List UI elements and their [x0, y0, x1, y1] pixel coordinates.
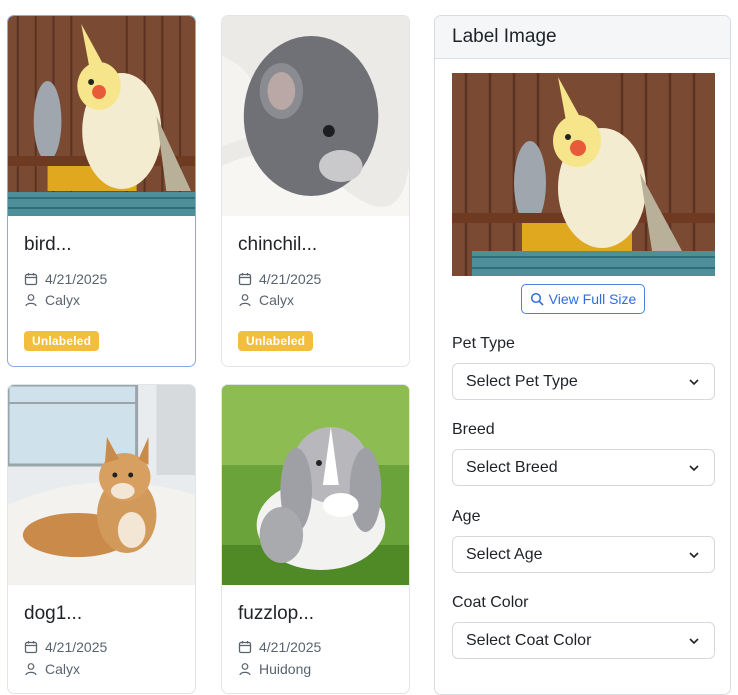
card-title: bird... [24, 234, 72, 255]
user-icon [25, 663, 37, 676]
image-card-dog[interactable]: dog1... 4/21/2025 Calyx [7, 384, 196, 694]
pet-type-value: Select Pet Type [466, 372, 578, 390]
breed-label: Breed [452, 421, 495, 438]
breed-select[interactable]: Select Breed [452, 449, 715, 486]
card-user: Calyx [238, 292, 294, 308]
image-card-rabbit[interactable]: fuzzlop... 4/21/2025 Huidong [221, 384, 410, 694]
chevron-down-icon [689, 638, 699, 645]
age-select[interactable]: Select Age [452, 536, 715, 573]
user-icon [25, 294, 37, 307]
card-date: 4/21/2025 [238, 271, 321, 287]
coat-color-label: Coat Color [452, 594, 529, 611]
view-full-size-button[interactable]: View Full Size [521, 284, 645, 314]
pet-type-label: Pet Type [452, 335, 515, 352]
dog-thumbnail [8, 385, 195, 585]
card-date: 4/21/2025 [24, 271, 107, 287]
chinchilla-thumbnail [222, 16, 409, 216]
user-icon [239, 663, 251, 676]
card-date: 4/21/2025 [238, 639, 321, 655]
image-card-chinchilla[interactable]: chinchil... 4/21/2025 Calyx Unlabeled [221, 15, 410, 367]
chevron-down-icon [689, 379, 699, 386]
age-label: Age [452, 508, 481, 525]
pet-type-select[interactable]: Select Pet Type [452, 363, 715, 400]
chevron-down-icon [689, 552, 699, 559]
breed-value: Select Breed [466, 458, 558, 476]
age-value: Select Age [466, 545, 543, 563]
rabbit-thumbnail [222, 385, 409, 585]
card-user-text: Calyx [45, 292, 81, 308]
card-user: Calyx [24, 292, 80, 308]
status-badge: Unlabeled [24, 331, 100, 351]
coat-color-select[interactable]: Select Coat Color [452, 622, 715, 659]
label-image-panel: Label Image View Full Size Pet Type Sele… [434, 15, 731, 695]
bird-thumbnail [8, 16, 195, 216]
user-icon [239, 294, 251, 307]
card-date-text: 4/21/2025 [259, 271, 322, 287]
search-icon [530, 292, 544, 306]
card-title: dog1... [24, 603, 83, 624]
card-date-text: 4/21/2025 [45, 271, 108, 287]
status-badge: Unlabeled [238, 331, 314, 351]
coat-color-value: Select Coat Color [466, 631, 592, 649]
calendar-icon [24, 641, 38, 654]
card-date-text: 4/21/2025 [259, 639, 322, 655]
image-card-bird[interactable]: bird... 4/21/2025 Calyx Unlabeled [7, 15, 196, 367]
image-preview [452, 73, 715, 276]
view-full-size-label: View Full Size [548, 291, 637, 307]
panel-title: Label Image [435, 16, 730, 59]
card-title: chinchil... [238, 234, 318, 255]
card-title: fuzzlop... [238, 603, 315, 624]
card-date-text: 4/21/2025 [45, 639, 108, 655]
card-date: 4/21/2025 [24, 639, 107, 655]
calendar-icon [238, 273, 252, 286]
calendar-icon [24, 273, 38, 286]
card-user-text: Calyx [259, 292, 295, 308]
chevron-down-icon [689, 465, 699, 472]
calendar-icon [238, 641, 252, 654]
